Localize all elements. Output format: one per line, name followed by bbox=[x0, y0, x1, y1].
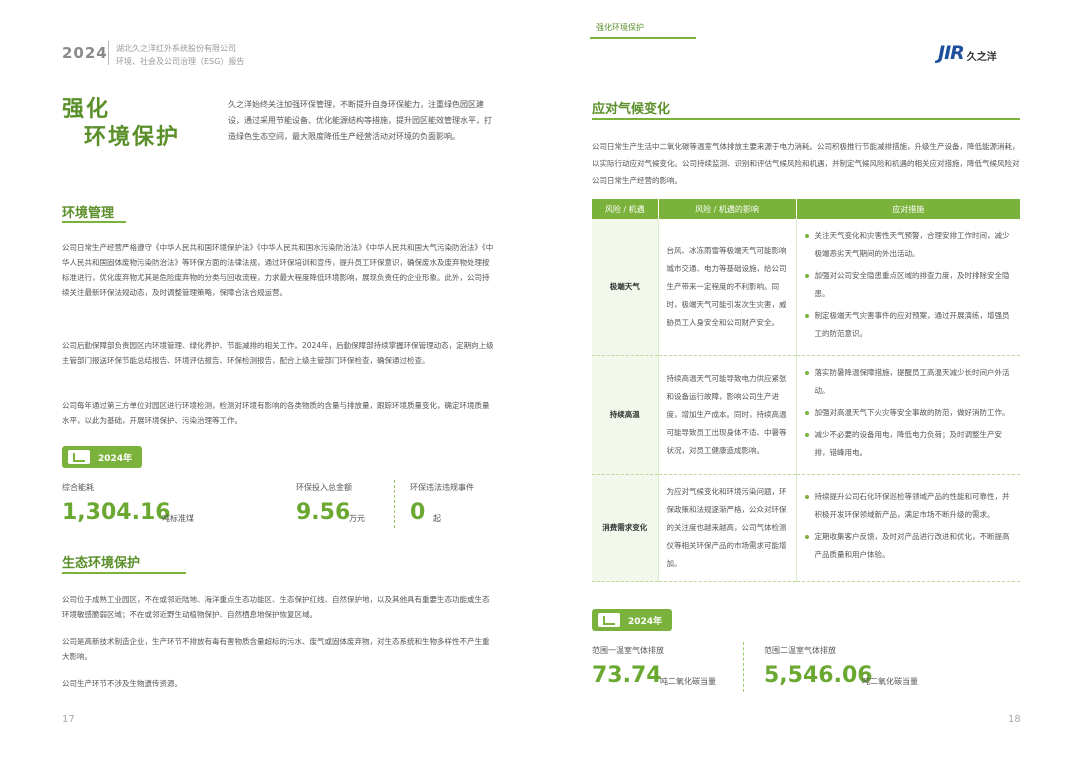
metric-label: 综合能耗 bbox=[62, 483, 94, 492]
table-header: 风险 / 机遇 bbox=[592, 199, 659, 219]
metric-unit: 吨二氧化碳当量 bbox=[862, 677, 918, 686]
header-company-info: 湖北久之洋红外系统股份有限公司 环境、社会及公司治理（ESG）报告 bbox=[116, 42, 244, 68]
header-divider bbox=[108, 41, 109, 65]
risk-measures: 落实防暑降温保障措施，提醒员工高温天减少长时间户外活动。 加强对高温天气下火灾等… bbox=[796, 355, 1020, 475]
chapter-tab-underline bbox=[590, 37, 696, 39]
measure-item: 持续提升公司石化环保巡检等领域产品的性能和可靠性，并积极开发环保领域新产品，满足… bbox=[804, 488, 1013, 524]
logo-mark: JIR bbox=[938, 42, 965, 64]
chapter-title-line2: 环境保护 bbox=[84, 125, 181, 150]
metric-unit: 起 bbox=[433, 514, 441, 523]
company-logo: JIR 久之洋 bbox=[938, 42, 997, 64]
metric-value: 5,546.06 bbox=[764, 663, 873, 688]
risk-category: 极端天气 bbox=[592, 219, 659, 356]
section-underline bbox=[62, 572, 186, 574]
metric-unit: 万元 bbox=[349, 514, 365, 523]
env-mgmt-para-1: 公司日常生产经营严格遵守《中华人民共和国环境保护法》《中华人民共和国水污染防治法… bbox=[62, 243, 494, 297]
metric-label: 环保违法违规事件 bbox=[410, 483, 474, 492]
left-page: 2024 湖北久之洋红外系统股份有限公司 环境、社会及公司治理（ESG）报告 强… bbox=[0, 0, 540, 764]
metric-divider bbox=[394, 480, 395, 528]
metric-unit: 吨标准煤 bbox=[162, 514, 194, 523]
metric-label: 范围一温室气体排放 bbox=[592, 646, 664, 655]
risk-category: 消费需求变化 bbox=[592, 474, 659, 582]
risk-impact: 持续高温天气可能导致电力供应紧张和设备运行故障，影响公司生产进度，增加生产成本。… bbox=[658, 355, 797, 475]
metric-value: 0 bbox=[410, 500, 426, 525]
env-mgmt-para-2: 公司后勤保障部负责园区内环境管理、绿化养护、节能减排的相关工作。2024年，后勤… bbox=[62, 341, 494, 365]
risk-impact: 为应对气候变化和环境污染问题，环保政策和法规逐渐严格，公众对环保的关注度也越来越… bbox=[658, 474, 797, 582]
risk-measures: 关注天气变化和灾害性天气预警，合理安排工作时间，减少极端恶劣天气期间的外出活动。… bbox=[796, 219, 1020, 356]
section-underline bbox=[592, 118, 1020, 120]
metric-value: 9.56 bbox=[296, 500, 351, 525]
logo-text: 久之洋 bbox=[966, 52, 997, 63]
metric-label: 环保投入总金额 bbox=[296, 483, 352, 492]
table-header-row: 风险 / 机遇 风险 / 机遇的影响 应对措施 bbox=[592, 199, 1020, 219]
year-badge: 2024年 bbox=[592, 609, 672, 631]
chart-check-icon bbox=[68, 450, 90, 464]
table-header: 应对措施 bbox=[796, 199, 1020, 219]
year-badge-label: 2024年 bbox=[628, 616, 663, 627]
measure-item: 加强对高温天气下火灾等安全事故的防范，做好消防工作。 bbox=[804, 404, 1013, 422]
measure-item: 加强对公司安全隐患重点区域的排查力度，及时排除安全隐患。 bbox=[804, 267, 1013, 303]
page-number: 17 bbox=[62, 714, 75, 725]
section-heading-climate: 应对气候变化 bbox=[592, 102, 671, 117]
chapter-tab: 强化环境保护 bbox=[596, 23, 644, 32]
eco-para-3: 公司生产环节不涉及生物遗传资源。 bbox=[62, 679, 182, 688]
measure-item: 定期收集客户反馈，及时对产品进行改进和优化，不断提高产品质量和用户体验。 bbox=[804, 528, 1013, 564]
eco-para-1: 公司位于成熟工业园区，不在或邻近陆地、海洋重点生态功能区、生态保护红线、自然保护… bbox=[62, 595, 490, 619]
table-row: 极端天气 台风、冰冻雨雪等极端天气可能影响城市交通、电力等基础设施，给公司生产带… bbox=[592, 219, 1020, 356]
metric-value: 73.74 bbox=[592, 663, 662, 688]
metric-value: 1,304.16 bbox=[62, 500, 171, 525]
risk-measures: 持续提升公司石化环保巡检等领域产品的性能和可靠性，并积极开发环保领域新产品，满足… bbox=[796, 474, 1020, 582]
measure-item: 落实防暑降温保障措施，提醒员工高温天减少长时间户外活动。 bbox=[804, 364, 1013, 400]
section-heading-env-mgmt: 环境管理 bbox=[62, 206, 115, 221]
env-mgmt-para-3: 公司每年通过第三方单位对园区进行环境检测，检测对环境有影响的各类物质的含量与排放… bbox=[62, 401, 490, 425]
page-number: 18 bbox=[1008, 714, 1021, 725]
measure-item: 关注天气变化和灾害性天气预警，合理安排工作时间，减少极端恶劣天气期间的外出活动。 bbox=[804, 227, 1013, 263]
right-page: 强化环境保护 JIR 久之洋 应对气候变化 公司日常生产生活中二氧化碳等温室气体… bbox=[540, 0, 1080, 764]
measure-item: 制定极端天气灾害事件的应对预案，通过开展演练，增强员工的防范意识。 bbox=[804, 307, 1013, 343]
year-badge-label: 2024年 bbox=[98, 453, 133, 464]
climate-risk-table: 风险 / 机遇 风险 / 机遇的影响 应对措施 极端天气 台风、冰冻雨雪等极端天… bbox=[592, 199, 1020, 582]
chapter-title: 强化 环境保护 bbox=[62, 96, 180, 152]
measure-item: 减少不必要的设备用电，降低电力负荷；及时调整生产安排，错峰用电。 bbox=[804, 426, 1013, 462]
risk-category: 持续高温 bbox=[592, 355, 659, 475]
company-name: 湖北久之洋红外系统股份有限公司 bbox=[116, 44, 236, 53]
report-name: 环境、社会及公司治理（ESG）报告 bbox=[116, 57, 245, 66]
metric-label: 范围二温室气体排放 bbox=[764, 646, 836, 655]
chapter-intro: 久之洋始终关注加强环保管理，不断提升自身环保能力，注重绿色园区建设，通过采用节能… bbox=[228, 100, 492, 141]
table-header: 风险 / 机遇的影响 bbox=[658, 199, 797, 219]
risk-impact: 台风、冰冻雨雪等极端天气可能影响城市交通、电力等基础设施，给公司生产带来一定程度… bbox=[658, 219, 797, 356]
eco-para-2: 公司是高新技术制造企业，生产环节不排放有毒有害物质含量超标的污水、废气或固体废弃… bbox=[62, 637, 490, 661]
table-row: 消费需求变化 为应对气候变化和环境污染问题，环保政策和法规逐渐严格，公众对环保的… bbox=[592, 474, 1020, 582]
chapter-title-line1: 强化 bbox=[62, 97, 111, 122]
section-underline bbox=[62, 221, 126, 223]
climate-description: 公司日常生产生活中二氧化碳等温室气体排放主要来源于电力消耗。公司积极推行节能减排… bbox=[592, 142, 1020, 185]
metric-unit: 吨二氧化碳当量 bbox=[660, 677, 716, 686]
metric-divider bbox=[743, 642, 744, 692]
section-heading-eco: 生态环境保护 bbox=[62, 556, 141, 571]
report-year: 2024 bbox=[62, 44, 108, 62]
table-row: 持续高温 持续高温天气可能导致电力供应紧张和设备运行故障，影响公司生产进度，增加… bbox=[592, 355, 1020, 475]
chart-check-icon bbox=[598, 613, 620, 627]
year-badge: 2024年 bbox=[62, 446, 142, 468]
